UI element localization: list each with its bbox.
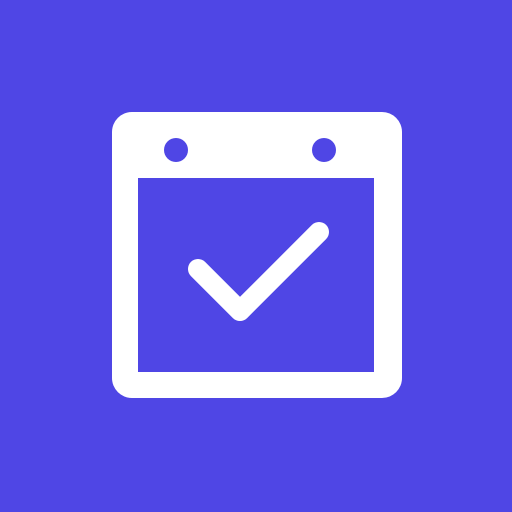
calendar-inner-area: [138, 178, 374, 372]
calendar-binding-hole-right: [312, 138, 336, 162]
app-icon-canvas: [0, 0, 512, 512]
calendar-binding-hole-left: [164, 138, 188, 162]
calendar-check-icon: [0, 0, 512, 512]
